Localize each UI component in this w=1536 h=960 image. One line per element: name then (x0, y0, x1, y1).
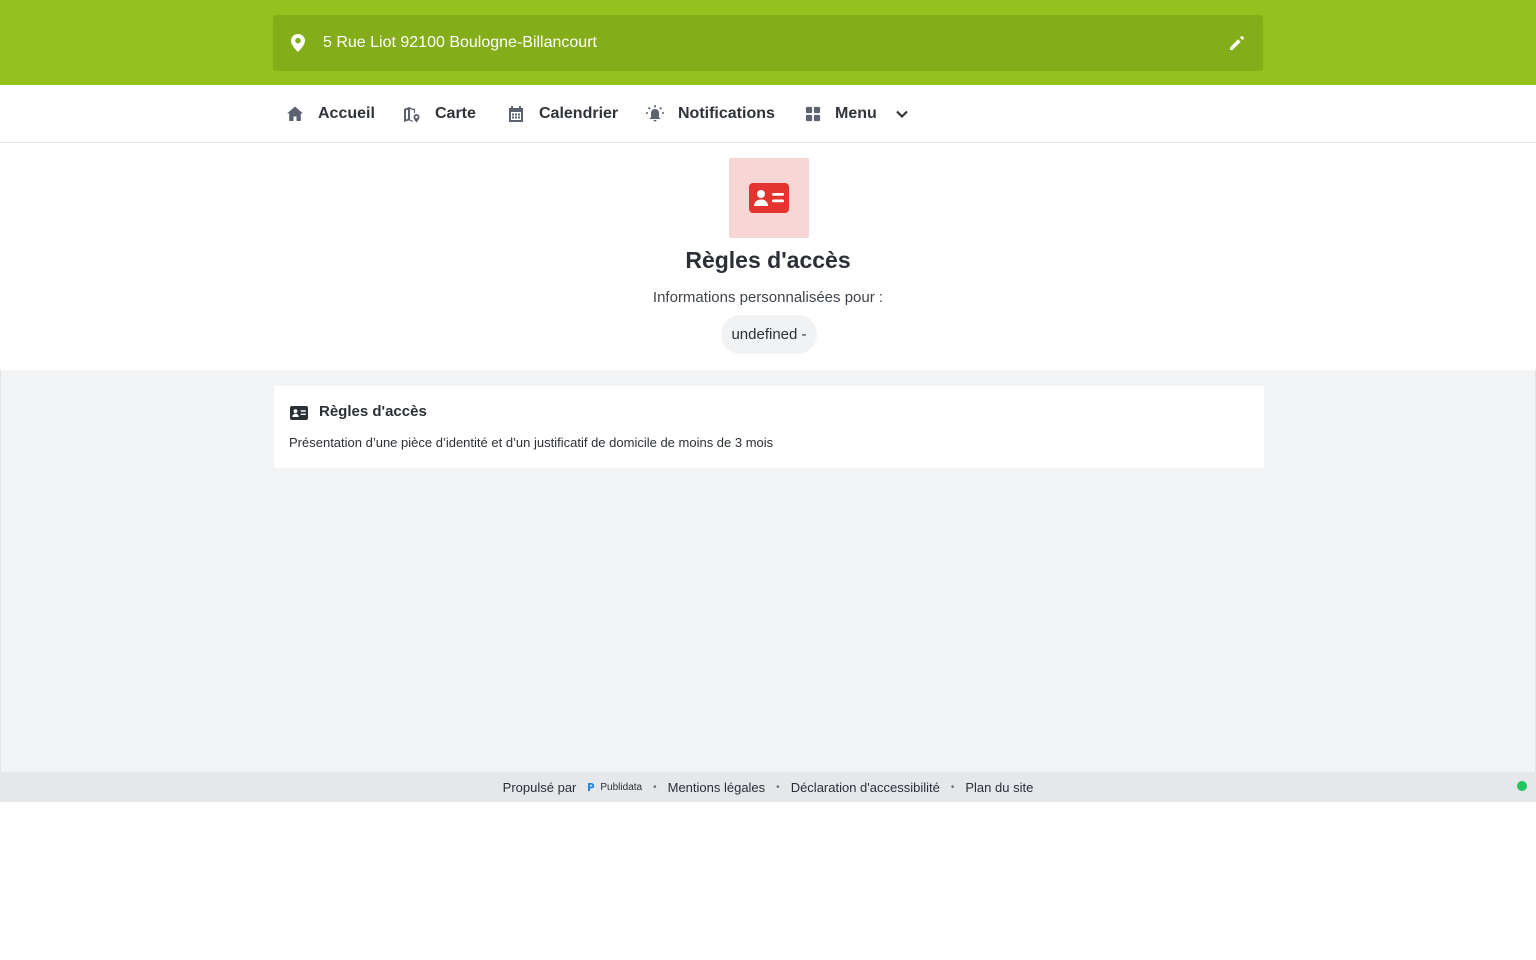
info-card: Règles d'accès Présentation d’une pièce … (274, 386, 1264, 468)
nav-item-carte[interactable]: Carte (403, 85, 476, 142)
nav-label-calendrier: Calendrier (539, 104, 619, 122)
nav-item-calendrier[interactable]: Calendrier (507, 85, 618, 142)
map-pin-icon (291, 34, 305, 52)
status-indicator (1517, 781, 1527, 791)
id-card-icon (749, 183, 789, 213)
footer-separator: • (653, 781, 657, 793)
publidata-link[interactable]: Publidata (586, 782, 642, 793)
home-icon (287, 106, 303, 121)
chevron-down-icon (896, 110, 908, 118)
grid-icon (805, 106, 821, 121)
top-bar: 5 Rue Liot 92100 Boulogne-Billancourt (0, 0, 1536, 85)
context-pill: undefined - (721, 315, 817, 354)
footer-separator: • (776, 781, 780, 793)
footer-separator: • (950, 781, 955, 793)
nav-label-accueil: Accueil (318, 104, 375, 122)
header-icon-tile (729, 158, 809, 238)
id-card-icon (290, 406, 308, 420)
map-icon (404, 106, 420, 122)
pencil-icon[interactable] (1228, 34, 1246, 52)
content-area: Règles d'accès Présentation d’une pièce … (1, 370, 1535, 772)
page-title: Règles d'accès (685, 247, 851, 273)
nav-label-carte: Carte (435, 104, 476, 122)
footer: Propulsé par Publidata • Mentions légale… (0, 772, 1536, 802)
publidata-logo-icon (588, 783, 595, 791)
footer-link-accessibilite[interactable]: Déclaration d'accessibilité (791, 780, 940, 795)
card-title: Règles d'accès (319, 403, 427, 420)
address-text: 5 Rue Liot 92100 Boulogne-Billancourt (323, 34, 597, 51)
nav-item-menu[interactable]: Menu (805, 85, 909, 142)
nav-label-notifications: Notifications (678, 104, 775, 122)
powered-by-label: Propulsé par (502, 779, 577, 795)
nav-item-accueil[interactable]: Accueil (286, 85, 375, 142)
bell-alert-icon (646, 104, 664, 121)
publidata-brand-text: Publidata (600, 781, 643, 793)
main-navigation: Accueil Carte Calendrier Notifications M… (0, 85, 1536, 143)
footer-links: Propulsé par Publidata • Mentions légale… (0, 772, 1536, 802)
nav-label-menu: Menu (835, 104, 877, 122)
calendar-icon (509, 105, 523, 122)
page-header: Règles d'accès Informations personnalisé… (0, 143, 1536, 370)
card-text: Présentation d’une pièce d’identité et d… (289, 435, 774, 450)
nav-item-notifications[interactable]: Notifications (646, 85, 775, 142)
footer-link-mentions-legales[interactable]: Mentions légales (668, 780, 766, 795)
footer-link-plan-du-site[interactable]: Plan du site (965, 780, 1033, 795)
page-subtitle: Informations personnalisées pour : (652, 289, 884, 306)
address-selector[interactable]: 5 Rue Liot 92100 Boulogne-Billancourt (273, 15, 1263, 71)
